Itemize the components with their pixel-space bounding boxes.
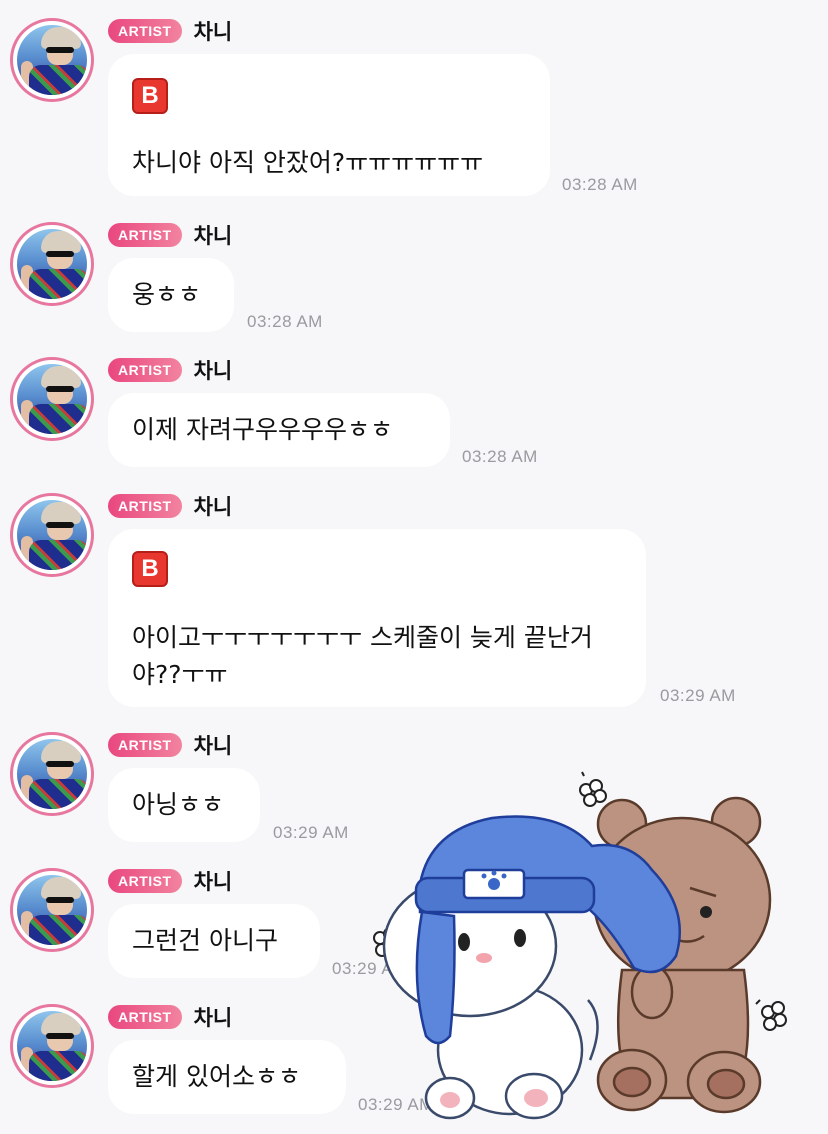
message-timestamp: 03:28 AM <box>562 175 638 194</box>
artist-avatar[interactable] <box>10 1004 94 1088</box>
sender-name: 차니 <box>193 1006 233 1030</box>
message-header: ARTIST 차니 <box>108 18 232 44</box>
artist-avatar[interactable] <box>10 357 94 441</box>
message-bubble[interactable]: B 아이고ㅜㅜㅜㅜㅜㅜㅜ 스케줄이 늦게 끝난거 야??ㅜㅠ <box>108 529 646 707</box>
sender-name: 차니 <box>193 20 233 44</box>
bear <box>592 796 772 1114</box>
message-text: 이제 자려구우우우우ㅎㅎ <box>132 415 393 444</box>
b-letter-icon: B <box>132 78 168 114</box>
message-timestamp: 03:28 AM <box>247 312 323 331</box>
message-bubble[interactable]: B 차니야 아직 안잤어?ㅠㅠㅠㅠㅠㅠ <box>108 54 550 196</box>
sender-name: 차니 <box>193 224 233 248</box>
message-bubble[interactable]: 이제 자려구우우우우ㅎㅎ <box>108 393 450 467</box>
message-text: 웅ㅎㅎ <box>132 280 202 309</box>
artist-avatar[interactable] <box>10 868 94 952</box>
message-bubble[interactable]: 할게 있어소ㅎㅎ <box>108 1040 346 1114</box>
artist-badge: ARTIST <box>108 494 182 518</box>
artist-avatar[interactable] <box>10 18 94 102</box>
message-header: ARTIST 차니 <box>108 222 232 248</box>
bunny-and-bear-sticker <box>373 771 787 1120</box>
message-text-line: 아이고ㅜㅜㅜㅜㅜㅜㅜ 스케줄이 늦게 끝난거 <box>132 623 593 652</box>
artist-badge: ARTIST <box>108 358 182 382</box>
artist-avatar[interactable] <box>10 732 94 816</box>
message-text-line: 야??ㅜㅠ <box>132 660 228 689</box>
message-bubble[interactable]: 그런건 아니구 <box>108 904 320 978</box>
artist-badge: ARTIST <box>108 223 182 247</box>
message-header: ARTIST 차니 <box>108 732 232 758</box>
artist-badge: ARTIST <box>108 1005 182 1029</box>
message-timestamp: 03:29 AM <box>660 686 736 705</box>
message-bubble[interactable]: 아닝ㅎㅎ <box>108 768 260 842</box>
message-text: 그런건 아니구 <box>132 926 278 955</box>
message-header: ARTIST 차니 <box>108 493 232 519</box>
message-header: ARTIST 차니 <box>108 1004 232 1030</box>
artist-badge: ARTIST <box>108 733 182 757</box>
artist-avatar[interactable] <box>10 493 94 577</box>
sender-name: 차니 <box>193 870 233 894</box>
message-header: ARTIST 차니 <box>108 868 232 894</box>
message-text: 아닝ㅎㅎ <box>132 790 225 819</box>
message-timestamp: 03:29 AM <box>273 823 349 842</box>
sender-name: 차니 <box>193 734 233 758</box>
message-timestamp: 03:28 AM <box>462 447 538 466</box>
sender-name: 차니 <box>193 495 233 519</box>
message-text: 차니야 아직 안잤어?ㅠㅠㅠㅠㅠㅠ <box>132 148 484 177</box>
sender-name: 차니 <box>193 359 233 383</box>
message-header: ARTIST 차니 <box>108 357 232 383</box>
artist-avatar[interactable] <box>10 222 94 306</box>
b-letter-icon: B <box>132 551 168 587</box>
artist-badge: ARTIST <box>108 869 182 893</box>
message-text: 할게 있어소ㅎㅎ <box>132 1062 301 1091</box>
artist-badge: ARTIST <box>108 19 182 43</box>
message-bubble[interactable]: 웅ㅎㅎ <box>108 258 234 332</box>
